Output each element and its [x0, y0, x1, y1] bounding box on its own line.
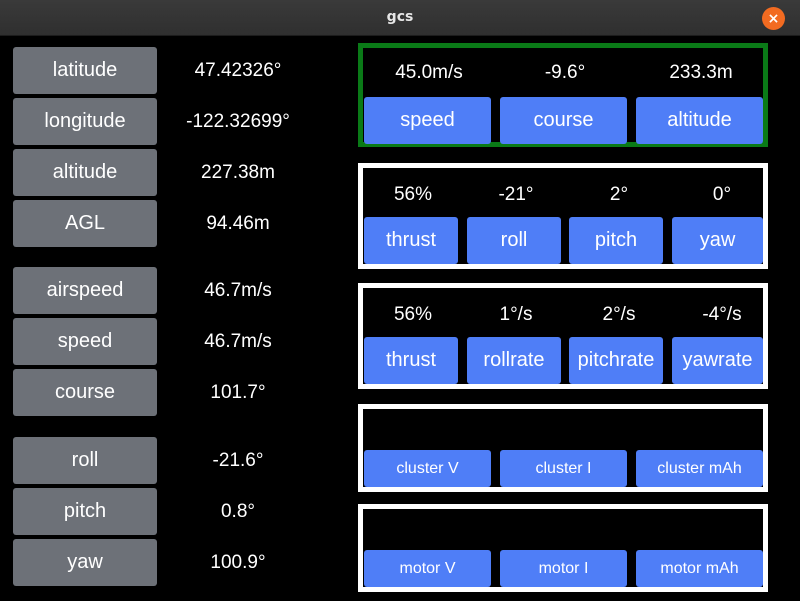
- nav-course-value: -9.6°: [544, 62, 586, 83]
- course-button[interactable]: course: [13, 369, 157, 416]
- altitude-value: 227.38m: [201, 161, 275, 183]
- agl-value: 94.46m: [206, 212, 270, 234]
- cluster-v-button[interactable]: cluster V: [364, 450, 491, 487]
- close-icon: ×: [767, 10, 780, 27]
- pitchrate-button[interactable]: pitchrate: [569, 337, 663, 384]
- cluster-i-button[interactable]: cluster I: [500, 450, 627, 487]
- rollrate-button[interactable]: rollrate: [467, 337, 561, 384]
- rates-panel: 56% 1°/s 2°/s -4°/s thrust rollrate pitc…: [358, 283, 768, 389]
- motor-i-button[interactable]: motor I: [500, 550, 627, 587]
- cluster-mah-button[interactable]: cluster mAh: [636, 450, 763, 487]
- rollrate-value: 1°/s: [499, 304, 533, 325]
- motor-panel: motor V motor I motor mAh: [358, 504, 768, 592]
- window-title: gcs: [386, 9, 414, 25]
- navigation-panel: 45.0m/s -9.6° 233.3m speed course altitu…: [358, 43, 768, 147]
- speed-button[interactable]: speed: [13, 318, 157, 365]
- att-thrust-button[interactable]: thrust: [364, 217, 458, 264]
- longitude-button[interactable]: longitude: [13, 98, 157, 145]
- att-pitch-value: 2°: [609, 184, 629, 205]
- att-yaw-value: 0°: [712, 184, 732, 205]
- yawrate-button[interactable]: yawrate: [672, 337, 763, 384]
- agl-button[interactable]: AGL: [13, 200, 157, 247]
- rate-thrust-value: 56%: [393, 304, 433, 325]
- yaw-button[interactable]: yaw: [13, 539, 157, 586]
- pitch-button[interactable]: pitch: [13, 488, 157, 535]
- att-yaw-button[interactable]: yaw: [672, 217, 763, 264]
- yaw-value: 100.9°: [210, 551, 266, 573]
- attitude-panel: 56% -21° 2° 0° thrust roll pitch yaw: [358, 163, 768, 269]
- nav-speed-value: 45.0m/s: [395, 62, 463, 83]
- motor-mah-button[interactable]: motor mAh: [636, 550, 763, 587]
- yawrate-value: -4°/s: [702, 304, 742, 325]
- speed-value: 46.7m/s: [204, 330, 272, 352]
- att-roll-button[interactable]: roll: [467, 217, 561, 264]
- altitude-button[interactable]: altitude: [13, 149, 157, 196]
- title-bar: gcs ×: [0, 0, 800, 36]
- nav-speed-button[interactable]: speed: [364, 97, 491, 144]
- close-button[interactable]: ×: [762, 7, 785, 30]
- nav-course-button[interactable]: course: [500, 97, 627, 144]
- airspeed-value: 46.7m/s: [204, 279, 272, 301]
- roll-button[interactable]: roll: [13, 437, 157, 484]
- main-content: latitude 47.42326° longitude -122.32699°…: [0, 37, 800, 601]
- nav-altitude-button[interactable]: altitude: [636, 97, 763, 144]
- cluster-panel: cluster V cluster I cluster mAh: [358, 404, 768, 492]
- pitch-value: 0.8°: [220, 500, 255, 522]
- latitude-value: 47.42326°: [194, 59, 282, 81]
- airspeed-button[interactable]: airspeed: [13, 267, 157, 314]
- att-thrust-value: 56%: [393, 184, 433, 205]
- longitude-value: -122.32699°: [186, 110, 290, 132]
- att-roll-value: -21°: [498, 184, 534, 205]
- rate-thrust-button[interactable]: thrust: [364, 337, 458, 384]
- pitchrate-value: 2°/s: [602, 304, 636, 325]
- latitude-button[interactable]: latitude: [13, 47, 157, 94]
- nav-altitude-value: 233.3m: [669, 62, 733, 83]
- motor-v-button[interactable]: motor V: [364, 550, 491, 587]
- att-pitch-button[interactable]: pitch: [569, 217, 663, 264]
- roll-value: -21.6°: [212, 449, 264, 471]
- course-value: 101.7°: [210, 381, 266, 403]
